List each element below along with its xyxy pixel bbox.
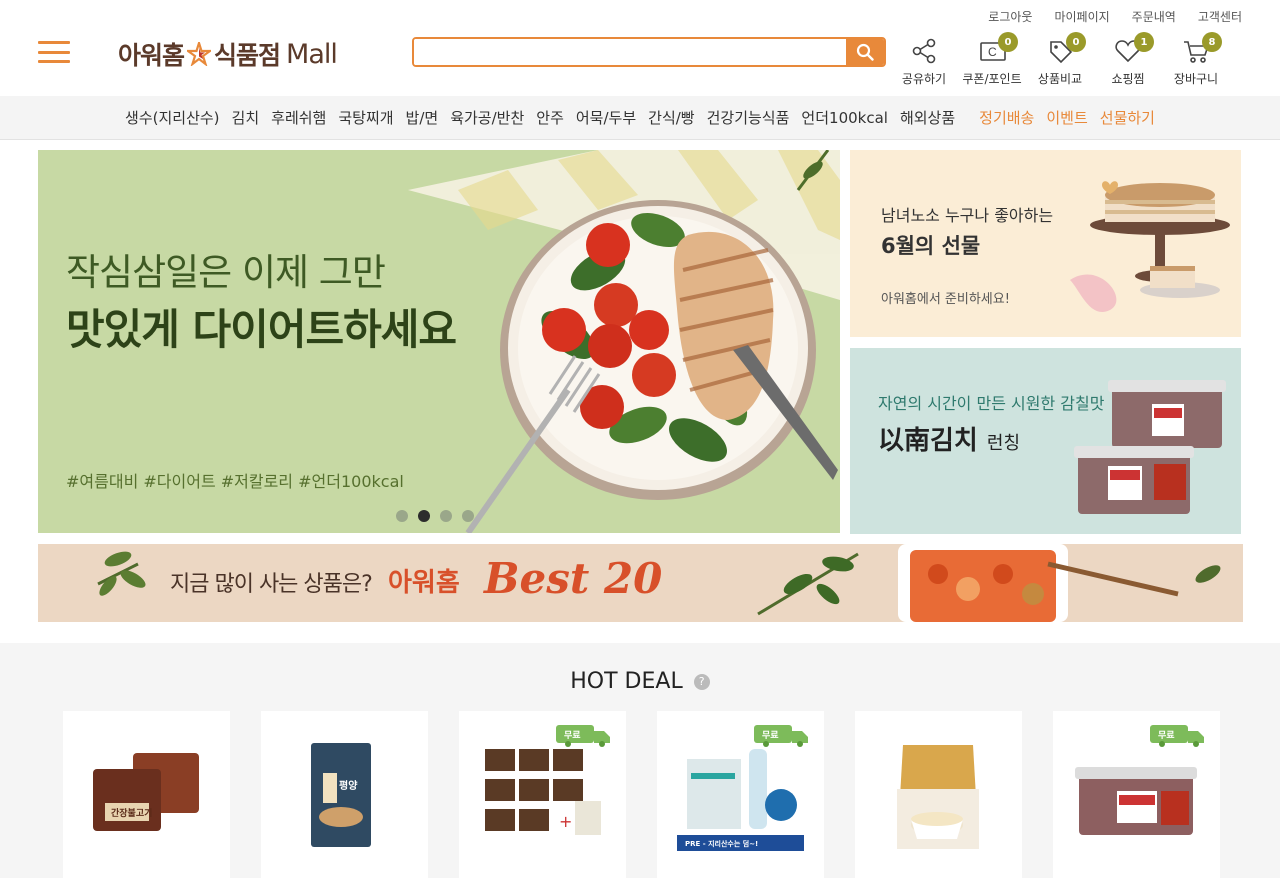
mypage-link[interactable]: 마이페이지 xyxy=(1054,8,1109,25)
kimchi-brand: 以南김치 xyxy=(878,426,978,456)
svg-text:+: + xyxy=(559,812,572,831)
wishlist-button[interactable]: 1 쇼핑찜 xyxy=(1094,32,1162,87)
june-gift-line3: 아워홈에서 준비하세요! xyxy=(881,292,1010,307)
category-nav: 생수(지리산수) 김치 후레쉬햄 국탕찌개 밥/면 육가공/반찬 안주 어묵/두… xyxy=(0,96,1280,140)
header: 로그아웃 마이페이지 주문내역 고객센터 아워홈 식품점 Mall 공유하기 C… xyxy=(0,0,1280,96)
category-kimchi[interactable]: 김치 xyxy=(226,107,266,128)
naengmyeon-product-image: 평양 xyxy=(311,743,371,847)
hot-deal-section: HOT DEAL ? 간장불고기 평양 무료 + 무료 PRE - 지리산수는 … xyxy=(0,643,1280,878)
carousel-dot-1[interactable] xyxy=(396,510,408,522)
compare-label: 상품비교 xyxy=(1037,72,1083,86)
share-button[interactable]: 공유하기 xyxy=(890,36,958,87)
logout-link[interactable]: 로그아웃 xyxy=(988,8,1032,25)
logo-mall: Mall xyxy=(286,38,338,70)
hot-deal-products: 간장불고기 평양 무료 + 무료 PRE - 지리산수는 덤~! 무료 xyxy=(63,711,1220,878)
coupon-label: 쿠폰/포인트 xyxy=(962,72,1022,86)
category-snack-bread[interactable]: 간식/빵 xyxy=(642,107,700,128)
share-label: 공유하기 xyxy=(901,72,947,86)
kimchi-launch-line2: 以南김치 런칭 xyxy=(878,420,1020,457)
category-subscription[interactable]: 정기배송 xyxy=(973,107,1040,128)
wishlist-badge: 1 xyxy=(1134,32,1154,52)
menu-icon[interactable] xyxy=(38,41,70,63)
compare-button[interactable]: 0 상품비교 xyxy=(1026,32,1094,87)
category-rice-noodle[interactable]: 밥/면 xyxy=(400,107,445,128)
carousel-dot-2[interactable] xyxy=(418,510,430,522)
carousel-dot-4[interactable] xyxy=(462,510,474,522)
customer-center-link[interactable]: 고객센터 xyxy=(1198,8,1242,25)
june-gift-line1: 남녀노소 누구나 좋아하는 xyxy=(881,206,1054,225)
main-banner-line1: 작심삼일은 이제 그만 xyxy=(66,251,386,294)
product-card-3[interactable]: 무료 + xyxy=(459,711,626,878)
header-icons: 공유하기 C 0 쿠폰/포인트 0 상품비교 1 쇼핑찜 8 장바구니 xyxy=(890,32,1230,87)
kimchi-container-product-image xyxy=(1075,767,1197,835)
site-logo[interactable]: 아워홈 식품점 Mall xyxy=(118,36,338,72)
water-product-image: PRE - 지리산수는 덤~! xyxy=(677,749,804,851)
category-overseas[interactable]: 해외상품 xyxy=(894,107,961,128)
lunchbox-set-product-image: + xyxy=(485,749,601,835)
main-banner[interactable]: 작심삼일은 이제 그만 맛있게 다이어트하세요 #여름대비 #다이어트 #저칼로… xyxy=(38,150,840,533)
category-event[interactable]: 이벤트 xyxy=(1040,107,1093,128)
util-links: 로그아웃 마이페이지 주문내역 고객센터 xyxy=(988,8,1242,25)
product-card-2[interactable]: 평양 xyxy=(261,711,428,878)
bulgogi-product-image: 간장불고기 xyxy=(93,753,199,831)
cart-button[interactable]: 8 장바구니 xyxy=(1162,32,1230,87)
logo-text-left: 아워홈 xyxy=(118,41,185,70)
share-icon xyxy=(912,38,936,64)
logo-text-right: 식품점 xyxy=(214,41,281,70)
product-card-6[interactable]: 무료 xyxy=(1053,711,1220,878)
best-banner-text: 지금 많이 사는 상품은? xyxy=(170,572,373,597)
best20-banner[interactable]: 지금 많이 사는 상품은? 아워홈 Best 20 xyxy=(38,544,1243,622)
category-water[interactable]: 생수(지리산수) xyxy=(119,107,226,128)
category-meat-side[interactable]: 육가공/반찬 xyxy=(444,107,530,128)
product-card-5[interactable] xyxy=(855,711,1022,878)
cart-label: 장바구니 xyxy=(1173,72,1219,86)
category-fishcake-tofu[interactable]: 어묵/두부 xyxy=(570,107,642,128)
category-snack-food[interactable]: 안주 xyxy=(530,107,570,128)
wishlist-label: 쇼핑찜 xyxy=(1111,72,1145,86)
logo-star-icon xyxy=(187,42,212,66)
svg-text:C: C xyxy=(988,45,997,59)
coupon-button[interactable]: C 0 쿠폰/포인트 xyxy=(958,32,1026,87)
hot-deal-title-text: HOT DEAL xyxy=(570,669,683,694)
category-health[interactable]: 건강기능식품 xyxy=(701,107,796,128)
compare-badge: 0 xyxy=(1066,32,1086,52)
cart-badge: 8 xyxy=(1202,32,1222,52)
carousel-dot-3[interactable] xyxy=(440,510,452,522)
product-card-4[interactable]: 무료 PRE - 지리산수는 덤~! xyxy=(657,711,824,878)
order-history-link[interactable]: 주문내역 xyxy=(1132,8,1176,25)
june-gift-banner[interactable]: 남녀노소 누구나 좋아하는 6월의 선물 아워홈에서 준비하세요! xyxy=(850,150,1241,337)
search-box xyxy=(412,37,886,67)
june-gift-line2: 6월의 선물 xyxy=(881,234,981,258)
search-input[interactable] xyxy=(414,39,846,65)
hot-deal-title: HOT DEAL ? xyxy=(0,669,1280,694)
carousel-dots xyxy=(396,510,474,522)
kimchi-launch-line1: 자연의 시간이 만든 시원한 감칠맛 xyxy=(878,394,1105,413)
best-banner-title: Best 20 xyxy=(484,554,663,603)
category-under100kcal[interactable]: 언더100kcal xyxy=(795,107,894,128)
main-banner-tags: #여름대비 #다이어트 #저칼로리 #언더100kcal xyxy=(66,472,404,491)
kimchi-launch-banner[interactable]: 자연의 시간이 만든 시원한 감칠맛 以南김치 런칭 xyxy=(850,348,1241,534)
search-button[interactable] xyxy=(846,39,884,65)
help-icon[interactable]: ? xyxy=(693,674,710,690)
category-soup[interactable]: 국탕찌개 xyxy=(332,107,399,128)
category-ham[interactable]: 후레쉬햄 xyxy=(265,107,332,128)
svg-text:평양: 평양 xyxy=(339,779,358,792)
kimchi-launch-suffix: 런칭 xyxy=(986,433,1021,454)
water-product-caption: PRE - 지리산수는 덤~! xyxy=(685,839,758,848)
coupon-badge: 0 xyxy=(998,32,1018,52)
search-icon xyxy=(856,43,874,61)
best-banner-brand: 아워홈 xyxy=(388,568,460,598)
main-banner-line2: 맛있게 다이어트하세요 xyxy=(66,305,457,354)
svg-text:간장불고기: 간장불고기 xyxy=(111,807,152,819)
product-card-1[interactable]: 간장불고기 xyxy=(63,711,230,878)
cream-soup-product-image xyxy=(897,745,979,849)
category-gift[interactable]: 선물하기 xyxy=(1094,107,1161,128)
